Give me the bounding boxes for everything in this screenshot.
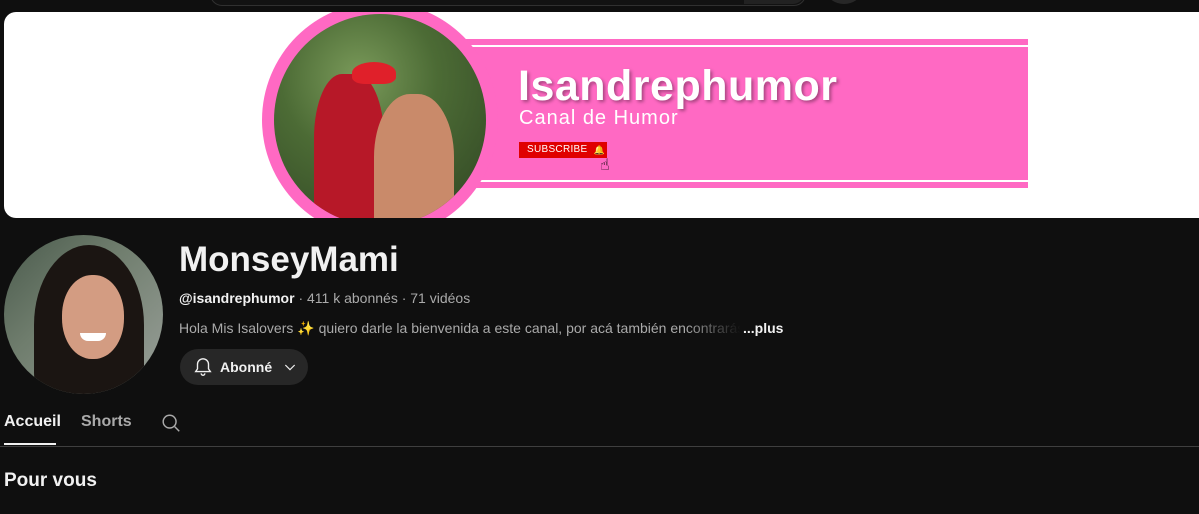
voice-search-button[interactable] xyxy=(828,0,860,4)
channel-meta: @isandrephumor · 411 k abonnés · 71 vidé… xyxy=(179,290,470,306)
banner-line-top xyxy=(464,45,1028,47)
tab-shorts[interactable]: Shorts xyxy=(81,413,132,431)
banner-photo xyxy=(274,14,486,218)
avatar-face xyxy=(62,275,124,359)
avatar-smile xyxy=(80,333,106,341)
bell-icon xyxy=(194,358,212,376)
search-icon[interactable] xyxy=(160,412,182,434)
banner-subscribe-graphic: SUBSCRIBE xyxy=(519,142,596,158)
chevron-down-icon xyxy=(285,364,296,371)
search-button[interactable] xyxy=(744,0,804,4)
description-more-link[interactable]: ...plus xyxy=(743,320,783,336)
channel-stats: · 411 k abonnés · 71 vidéos xyxy=(294,290,471,306)
channel-avatar[interactable] xyxy=(4,235,163,394)
channel-name: MonseyMami xyxy=(179,240,399,279)
banner-photo-flower-crown xyxy=(352,62,396,84)
banner-title: Isandrephumor xyxy=(518,62,838,110)
banner-photo-person-right xyxy=(374,94,454,218)
channel-description-text: Hola Mis Isalovers ✨ quiero darle la bie… xyxy=(179,320,741,336)
subscribed-label: Abonné xyxy=(220,359,273,375)
section-title: Pour vous xyxy=(4,470,97,491)
active-tab-indicator xyxy=(4,443,56,445)
search-input[interactable] xyxy=(210,0,806,6)
channel-description[interactable]: Hola Mis Isalovers ✨ quiero darle la bie… xyxy=(179,320,783,337)
subscribed-button[interactable]: Abonné xyxy=(180,349,308,385)
tab-home[interactable]: Accueil xyxy=(4,413,61,431)
channel-banner: Isandrephumor Canal de Humor SUBSCRIBE 🔔… xyxy=(4,12,1199,218)
channel-handle[interactable]: @isandrephumor xyxy=(179,290,295,306)
banner-line-bottom xyxy=(464,180,1028,182)
banner-hand-cursor-icon: ☝ xyxy=(600,157,610,174)
banner-subtitle: Canal de Humor xyxy=(519,107,679,129)
channel-page: Isandrephumor Canal de Humor SUBSCRIBE 🔔… xyxy=(0,0,1199,514)
tabs-divider xyxy=(0,446,1199,447)
